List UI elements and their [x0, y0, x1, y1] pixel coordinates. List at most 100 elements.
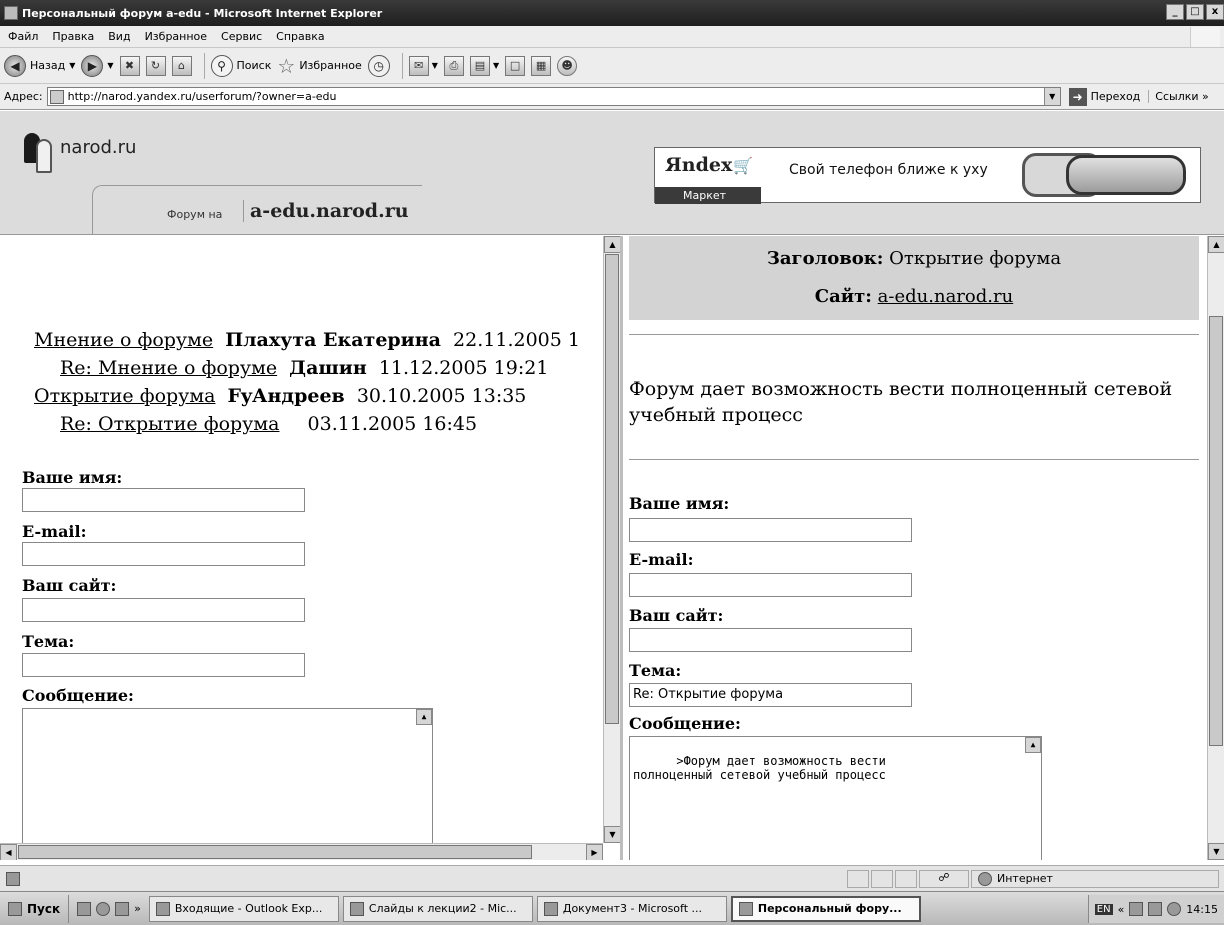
search-button[interactable]: ⚲ Поиск — [210, 54, 271, 77]
links-more-icon: » — [1202, 90, 1209, 103]
stop-button[interactable]: ✖ — [119, 55, 140, 76]
links-button[interactable]: Ссылки » — [1148, 90, 1209, 103]
address-input[interactable]: http://narod.yandex.ru/userforum/?owner=… — [46, 87, 1061, 106]
taskbar-item-slides[interactable]: Слайды к лекции2 - Mic... — [342, 895, 533, 922]
tray-expand-icon[interactable]: « — [1118, 903, 1125, 916]
thread-item: Открытие форума FyАндреев 30.10.2005 13:… — [34, 382, 580, 410]
message-textarea[interactable]: >Форум дает возможность вести полноценны… — [629, 736, 1042, 860]
forward-button[interactable]: ▶ ▼ — [81, 54, 114, 77]
thread-link[interactable]: Открытие форума — [34, 385, 215, 407]
volume-icon[interactable] — [1148, 902, 1163, 916]
forum-tab: Форум на a-edu.narod.ru — [92, 185, 422, 235]
thread-list-frame: Мнение о форуме Плахута Екатерина 22.11.… — [0, 236, 620, 860]
security-icon[interactable] — [1167, 902, 1182, 916]
phone-icon — [1022, 151, 1190, 199]
taskbar-item-outlook[interactable]: Входящие - Outlook Exp... — [148, 895, 339, 922]
clock: 14:15 — [1186, 902, 1218, 916]
thread-link[interactable]: Re: Мнение о форуме — [60, 357, 277, 379]
name-field[interactable] — [629, 518, 912, 542]
ad-banner[interactable]: Яndex 🛒 Маркет Свой телефон ближе к уху — [654, 147, 1201, 204]
menu-favorites[interactable]: Избранное — [145, 30, 207, 43]
narod-logo[interactable]: narod.ru — [22, 129, 136, 179]
menu-view[interactable]: Вид — [108, 30, 130, 43]
language-indicator[interactable]: EN — [1094, 903, 1113, 915]
forward-dropdown-icon[interactable]: ▼ — [107, 61, 113, 70]
email-field[interactable] — [629, 573, 912, 597]
close-button[interactable]: x — [1206, 4, 1224, 20]
scroll-down-icon[interactable]: ▼ — [1208, 843, 1224, 860]
textarea-scroll-up-icon[interactable]: ▲ — [1025, 737, 1041, 753]
messenger-button[interactable]: ☻ — [557, 55, 578, 76]
scroll-thumb[interactable] — [1209, 316, 1223, 746]
taskbar-item-document[interactable]: Документ3 - Microsoft ... — [536, 895, 727, 922]
site-field[interactable] — [629, 628, 912, 652]
email-field[interactable] — [22, 542, 305, 566]
subject-field[interactable] — [22, 653, 305, 677]
media-player-icon[interactable] — [96, 901, 111, 916]
scroll-up-icon[interactable]: ▲ — [1208, 236, 1224, 253]
taskbar-item-forum[interactable]: Персональный фору... — [730, 895, 921, 922]
menu-file[interactable]: Файл — [8, 30, 38, 43]
favorites-button[interactable]: ☆ Избранное — [277, 54, 361, 78]
scroll-up-icon[interactable]: ▲ — [604, 236, 620, 253]
star-icon: ☆ — [277, 53, 296, 78]
minimize-button[interactable]: _ — [1166, 4, 1184, 20]
scroll-left-icon[interactable]: ◀ — [0, 844, 17, 860]
outlook-icon — [155, 901, 170, 916]
scroll-thumb[interactable] — [605, 254, 619, 724]
mail-dropdown-icon[interactable]: ▼ — [432, 61, 438, 70]
name-field[interactable] — [22, 488, 305, 512]
ie-icon — [738, 901, 753, 916]
go-button[interactable]: ➜ Переход — [1068, 87, 1140, 106]
desktop-icon[interactable] — [77, 901, 92, 916]
home-button[interactable]: ⌂ — [171, 55, 192, 76]
scroll-down-icon[interactable]: ▼ — [604, 826, 620, 843]
yandex-market-logo: Яndex 🛒 Маркет — [655, 148, 761, 204]
research-button[interactable]: ▦ — [531, 55, 552, 76]
zone-cell: Интернет — [971, 869, 1219, 888]
thread-author: Дашин — [289, 357, 367, 379]
status-cell — [895, 869, 917, 888]
subject-label: Тема: — [22, 632, 75, 651]
logo-text: narod.ru — [60, 137, 137, 158]
messenger-quicklaunch-icon[interactable] — [115, 901, 130, 916]
address-dropdown-icon[interactable]: ▼ — [1043, 88, 1060, 105]
menu-help[interactable]: Справка — [276, 30, 324, 43]
message-textarea[interactable]: ▲ — [22, 708, 433, 848]
thread-link[interactable]: Мнение о форуме — [34, 329, 213, 351]
discuss-button[interactable]: □ — [505, 55, 526, 76]
start-label: Пуск — [27, 901, 61, 916]
scroll-right-icon[interactable]: ▶ — [586, 844, 603, 860]
edit-button[interactable]: ▤ ▼ — [469, 55, 499, 76]
thread-item: Re: Мнение о форуме Дашин 11.12.2005 19:… — [34, 354, 580, 382]
left-vertical-scrollbar[interactable]: ▲ ▼ — [603, 236, 620, 843]
right-vertical-scrollbar[interactable]: ▲ ▼ — [1207, 236, 1224, 860]
thread-link[interactable]: Re: Открытие форума — [60, 413, 279, 435]
forum-label: Форум на — [167, 208, 223, 221]
refresh-button[interactable]: ↻ — [145, 55, 166, 76]
back-dropdown-icon[interactable]: ▼ — [69, 61, 75, 70]
toolbar-separator — [401, 52, 403, 79]
quicklaunch-more-icon[interactable]: » — [134, 902, 141, 915]
name-label: Ваше имя: — [629, 494, 730, 513]
back-button[interactable]: ◀ Назад ▼ — [4, 54, 75, 77]
site-link[interactable]: a-edu.narod.ru — [878, 286, 1014, 307]
network-icon[interactable] — [1129, 902, 1144, 916]
site-caption: Сайт: — [814, 286, 872, 307]
header-divider — [629, 334, 1199, 335]
ie-icon — [4, 6, 18, 20]
menu-tools[interactable]: Сервис — [221, 30, 262, 43]
history-button[interactable]: ◷ — [367, 54, 390, 77]
maximize-button[interactable]: □ — [1186, 4, 1204, 20]
mail-button[interactable]: ✉ ▼ — [408, 55, 438, 76]
edit-dropdown-icon[interactable]: ▼ — [493, 61, 499, 70]
textarea-scroll-up-icon[interactable]: ▲ — [416, 709, 432, 725]
start-button[interactable]: Пуск — [0, 894, 70, 923]
site-field[interactable] — [22, 598, 305, 622]
hscroll-thumb[interactable] — [18, 845, 532, 859]
left-horizontal-scrollbar[interactable]: ◀ ▶ — [0, 843, 603, 860]
menu-edit[interactable]: Правка — [52, 30, 94, 43]
subject-field[interactable]: Re: Открытие форума — [629, 683, 912, 707]
print-button[interactable]: ⎙ — [443, 55, 464, 76]
message-label: Сообщение: — [22, 686, 134, 705]
